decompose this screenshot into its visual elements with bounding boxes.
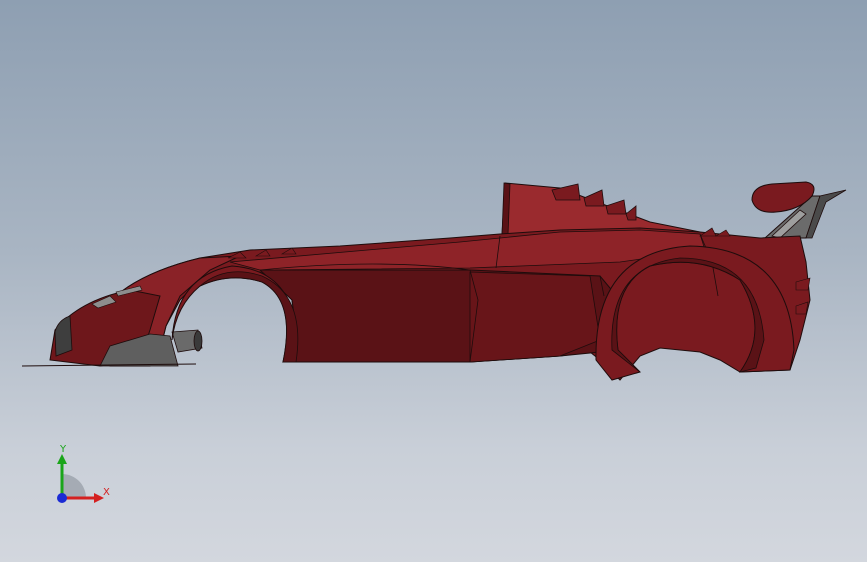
y-axis-label: Y [60,444,67,455]
x-axis-label: X [103,487,110,498]
coordinate-triad: Y X [40,440,120,510]
graphics-viewport[interactable]: Y X [0,0,867,562]
coordinate-triad-icon [57,454,104,503]
rear-wing [751,181,847,239]
engine-fins [501,182,701,236]
car-body-model[interactable] [0,0,867,562]
